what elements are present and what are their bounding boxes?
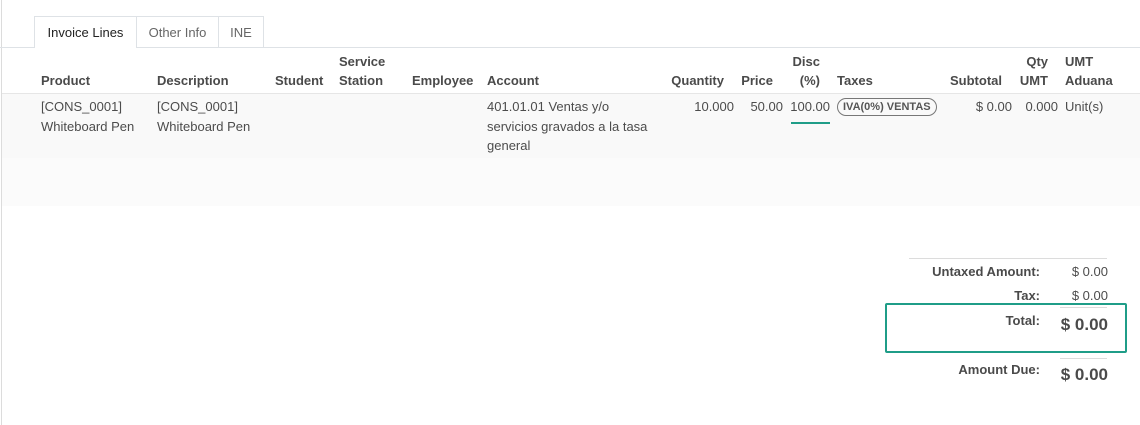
cell-qty-umt[interactable]: 0.000 <box>1025 97 1058 117</box>
amount-due-label: Amount Due: <box>958 362 1040 377</box>
cell-price[interactable]: 50.00 <box>750 97 783 117</box>
col-header-qty-umt-line1: Qty <box>1026 54 1048 69</box>
tax-badge[interactable]: IVA(0%) VENTAS <box>837 98 937 116</box>
discount-focus-underline <box>791 122 830 124</box>
col-header-disc-line2: (%) <box>799 73 820 88</box>
col-header-description[interactable]: Description <box>157 71 229 90</box>
cell-subtotal: $ 0.00 <box>975 99 1012 114</box>
cell-quantity[interactable]: 10.000 <box>694 97 734 117</box>
totals-top-divider <box>909 258 1107 259</box>
col-header-service-line2: Station <box>339 73 384 88</box>
tab-other-info[interactable]: Other Info <box>136 16 219 47</box>
total-highlight-box <box>885 303 1127 353</box>
col-header-umt-aduana[interactable]: UMT Aduana <box>1065 52 1113 90</box>
col-header-subtotal[interactable]: Subtotal <box>950 71 1002 90</box>
cell-account-line2: servicios gravados a la tasa <box>487 118 648 134</box>
cell-description-code: [CONS_0001] <box>157 99 238 114</box>
cell-account-line3: general <box>487 138 531 153</box>
col-header-qty-umt[interactable]: Qty UMT <box>1020 52 1048 90</box>
tax-label: Tax: <box>1014 288 1040 303</box>
tax-value: $ 0.00 <box>1071 288 1108 303</box>
cell-product-name: Whiteboard Pen <box>41 118 135 134</box>
col-header-service-line1: Service <box>339 54 386 69</box>
col-header-qty-umt-line2: UMT <box>1019 73 1048 88</box>
cell-account-line1: 401.01.01 Ventas y/o <box>487 99 610 114</box>
col-header-taxes[interactable]: Taxes <box>837 71 873 90</box>
left-border <box>1 0 2 425</box>
col-header-employee[interactable]: Employee <box>412 71 473 90</box>
tab-ine[interactable]: INE <box>218 16 264 47</box>
cell-account[interactable]: 401.01.01 Ventas y/o servicios gravados … <box>487 97 647 156</box>
col-header-umt-aduana-line1: UMT <box>1065 54 1094 69</box>
col-header-discount[interactable]: Disc (%) <box>793 52 820 90</box>
cell-umt-aduana[interactable]: Unit(s) <box>1065 97 1103 117</box>
col-header-product[interactable]: Product <box>41 71 90 90</box>
untaxed-amount-value: $ 0.00 <box>1071 264 1108 279</box>
cell-discount[interactable]: 100.00 <box>790 97 830 117</box>
cell-product[interactable]: [CONS_0001] Whiteboard Pen <box>41 97 134 136</box>
empty-row[interactable] <box>2 158 1140 206</box>
cell-description-name: Whiteboard Pen <box>157 118 251 134</box>
col-header-account[interactable]: Account <box>487 71 539 90</box>
untaxed-amount-label: Untaxed Amount: <box>932 264 1040 279</box>
amount-due-value: $ 0.00 <box>1060 365 1108 384</box>
col-header-quantity[interactable]: Quantity <box>671 71 724 90</box>
col-header-price[interactable]: Price <box>741 71 773 90</box>
cell-description[interactable]: [CONS_0001] Whiteboard Pen <box>157 97 250 136</box>
col-header-student[interactable]: Student <box>275 71 323 90</box>
cell-product-code: [CONS_0001] <box>41 99 122 114</box>
tab-invoice-lines[interactable]: Invoice Lines <box>34 16 137 48</box>
col-header-service-station[interactable]: Service Station <box>339 52 385 90</box>
col-header-umt-aduana-line2: Aduana <box>1065 73 1113 88</box>
amount-due-divider <box>1060 358 1107 359</box>
col-header-disc-line1: Disc <box>792 54 820 69</box>
